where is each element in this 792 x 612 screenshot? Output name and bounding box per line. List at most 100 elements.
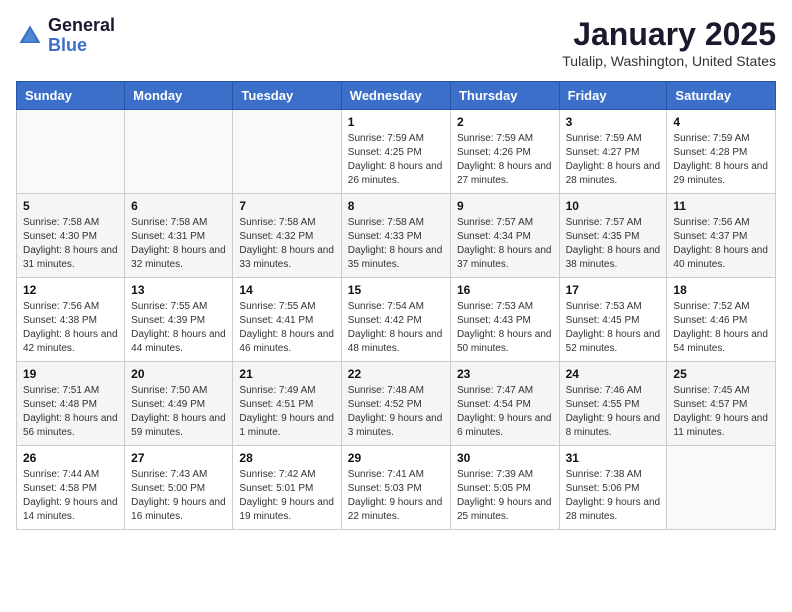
page-header: General Blue January 2025 Tulalip, Washi… <box>16 16 776 69</box>
month-title: January 2025 <box>562 16 776 53</box>
calendar-cell: 19 Sunrise: 7:51 AM Sunset: 4:48 PM Dayli… <box>17 362 125 446</box>
day-info: Sunrise: 7:57 AM Sunset: 4:34 PM Dayligh… <box>457 216 553 272</box>
calendar-cell: 24Sunrise: 7:46 AM Sunset: 4:55 PM Dayli… <box>559 362 667 446</box>
day-number: 26 <box>23 451 118 465</box>
title-block: January 2025 Tulalip, Washington, United… <box>562 16 776 69</box>
day-number: 6 <box>131 199 226 213</box>
calendar-cell: 17 Sunrise: 7:53 AM Sunset: 4:45 PM Dayli… <box>559 278 667 362</box>
day-info: Sunrise: 7:43 AM Sunset: 5:00 PM Dayligh… <box>131 468 226 524</box>
day-info: Sunrise: 7:56 AM Sunset: 4:38 PM Dayligh… <box>23 300 118 356</box>
day-info: Sunrise: 7:58 AM Sunset: 4:30 PM Dayligh… <box>23 216 118 272</box>
calendar-week-row: 5 Sunrise: 7:58 AM Sunset: 4:30 PM Daylig… <box>17 194 776 278</box>
day-number: 12 <box>23 283 118 297</box>
day-info: Sunrise: 7:55 AM Sunset: 4:41 PM Dayligh… <box>239 300 334 356</box>
day-number: 16 <box>457 283 553 297</box>
day-info: Sunrise: 7:45 AM Sunset: 4:57 PM Dayligh… <box>673 384 769 440</box>
day-info: Sunrise: 7:46 AM Sunset: 4:55 PM Dayligh… <box>566 384 661 440</box>
day-info: Sunrise: 7:59 AM Sunset: 4:25 PM Dayligh… <box>348 132 444 188</box>
calendar-cell: 29Sunrise: 7:41 AM Sunset: 5:03 PM Dayli… <box>341 446 450 530</box>
day-number: 2 <box>457 115 553 129</box>
calendar-cell: 9 Sunrise: 7:57 AM Sunset: 4:34 PM Daylig… <box>450 194 559 278</box>
calendar-cell: 5 Sunrise: 7:58 AM Sunset: 4:30 PM Daylig… <box>17 194 125 278</box>
calendar-cell: 1 Sunrise: 7:59 AM Sunset: 4:25 PM Daylig… <box>341 110 450 194</box>
day-number: 10 <box>566 199 661 213</box>
calendar-cell: 13 Sunrise: 7:55 AM Sunset: 4:39 PM Dayli… <box>125 278 233 362</box>
day-info: Sunrise: 7:59 AM Sunset: 4:26 PM Dayligh… <box>457 132 553 188</box>
day-number: 21 <box>239 367 334 381</box>
day-number: 11 <box>673 199 769 213</box>
day-info: Sunrise: 7:41 AM Sunset: 5:03 PM Dayligh… <box>348 468 444 524</box>
day-info: Sunrise: 7:42 AM Sunset: 5:01 PM Dayligh… <box>239 468 334 524</box>
day-number: 17 <box>566 283 661 297</box>
day-info: Sunrise: 7:58 AM Sunset: 4:33 PM Dayligh… <box>348 216 444 272</box>
day-number: 25 <box>673 367 769 381</box>
calendar-cell: 25 Sunrise: 7:45 AM Sunset: 4:57 PM Dayli… <box>667 362 776 446</box>
day-info: Sunrise: 7:55 AM Sunset: 4:39 PM Dayligh… <box>131 300 226 356</box>
day-number: 14 <box>239 283 334 297</box>
calendar-cell: 15Sunrise: 7:54 AM Sunset: 4:42 PM Dayli… <box>341 278 450 362</box>
day-info: Sunrise: 7:57 AM Sunset: 4:35 PM Dayligh… <box>566 216 661 272</box>
calendar-cell: 30 Sunrise: 7:39 AM Sunset: 5:05 PM Dayli… <box>450 446 559 530</box>
day-number: 1 <box>348 115 444 129</box>
calendar-week-row: 26 Sunrise: 7:44 AM Sunset: 4:58 PM Dayli… <box>17 446 776 530</box>
day-info: Sunrise: 7:39 AM Sunset: 5:05 PM Dayligh… <box>457 468 553 524</box>
day-info: Sunrise: 7:52 AM Sunset: 4:46 PM Dayligh… <box>673 300 769 356</box>
logo: General Blue <box>16 16 115 56</box>
day-info: Sunrise: 7:58 AM Sunset: 4:32 PM Dayligh… <box>239 216 334 272</box>
calendar-cell: 8Sunrise: 7:58 AM Sunset: 4:33 PM Daylig… <box>341 194 450 278</box>
logo-blue-text: Blue <box>48 36 115 56</box>
calendar-cell: 6Sunrise: 7:58 AM Sunset: 4:31 PM Daylig… <box>125 194 233 278</box>
weekday-header-sunday: Sunday <box>17 82 125 110</box>
calendar-cell: 4Sunrise: 7:59 AM Sunset: 4:28 PM Daylig… <box>667 110 776 194</box>
day-number: 9 <box>457 199 553 213</box>
day-number: 31 <box>566 451 661 465</box>
calendar-cell: 10 Sunrise: 7:57 AM Sunset: 4:35 PM Dayli… <box>559 194 667 278</box>
calendar-cell: 22 Sunrise: 7:48 AM Sunset: 4:52 PM Dayli… <box>341 362 450 446</box>
day-info: Sunrise: 7:44 AM Sunset: 4:58 PM Dayligh… <box>23 468 118 524</box>
day-number: 3 <box>566 115 661 129</box>
calendar-table: SundayMondayTuesdayWednesdayThursdayFrid… <box>16 81 776 530</box>
calendar-cell <box>17 110 125 194</box>
weekday-header-wednesday: Wednesday <box>341 82 450 110</box>
day-number: 22 <box>348 367 444 381</box>
calendar-cell: 16 Sunrise: 7:53 AM Sunset: 4:43 PM Dayli… <box>450 278 559 362</box>
weekday-header-monday: Monday <box>125 82 233 110</box>
day-info: Sunrise: 7:53 AM Sunset: 4:43 PM Dayligh… <box>457 300 553 356</box>
weekday-header-thursday: Thursday <box>450 82 559 110</box>
location-text: Tulalip, Washington, United States <box>562 53 776 69</box>
day-info: Sunrise: 7:54 AM Sunset: 4:42 PM Dayligh… <box>348 300 444 356</box>
calendar-cell: 3 Sunrise: 7:59 AM Sunset: 4:27 PM Daylig… <box>559 110 667 194</box>
day-number: 4 <box>673 115 769 129</box>
weekday-header-saturday: Saturday <box>667 82 776 110</box>
day-number: 30 <box>457 451 553 465</box>
day-number: 23 <box>457 367 553 381</box>
calendar-cell: 12 Sunrise: 7:56 AM Sunset: 4:38 PM Dayli… <box>17 278 125 362</box>
calendar-week-row: 12 Sunrise: 7:56 AM Sunset: 4:38 PM Dayli… <box>17 278 776 362</box>
weekday-header-friday: Friday <box>559 82 667 110</box>
calendar-cell: 7 Sunrise: 7:58 AM Sunset: 4:32 PM Daylig… <box>233 194 341 278</box>
calendar-cell: 27 Sunrise: 7:43 AM Sunset: 5:00 PM Dayli… <box>125 446 233 530</box>
day-number: 27 <box>131 451 226 465</box>
day-number: 19 <box>23 367 118 381</box>
day-number: 20 <box>131 367 226 381</box>
day-info: Sunrise: 7:50 AM Sunset: 4:49 PM Dayligh… <box>131 384 226 440</box>
calendar-cell: 2 Sunrise: 7:59 AM Sunset: 4:26 PM Daylig… <box>450 110 559 194</box>
day-info: Sunrise: 7:56 AM Sunset: 4:37 PM Dayligh… <box>673 216 769 272</box>
day-info: Sunrise: 7:49 AM Sunset: 4:51 PM Dayligh… <box>239 384 334 440</box>
day-info: Sunrise: 7:48 AM Sunset: 4:52 PM Dayligh… <box>348 384 444 440</box>
calendar-cell: 23 Sunrise: 7:47 AM Sunset: 4:54 PM Dayli… <box>450 362 559 446</box>
day-info: Sunrise: 7:51 AM Sunset: 4:48 PM Dayligh… <box>23 384 118 440</box>
calendar-cell: 18Sunrise: 7:52 AM Sunset: 4:46 PM Dayli… <box>667 278 776 362</box>
day-info: Sunrise: 7:59 AM Sunset: 4:27 PM Dayligh… <box>566 132 661 188</box>
weekday-header-row: SundayMondayTuesdayWednesdayThursdayFrid… <box>17 82 776 110</box>
day-number: 5 <box>23 199 118 213</box>
calendar-cell: 26 Sunrise: 7:44 AM Sunset: 4:58 PM Dayli… <box>17 446 125 530</box>
day-info: Sunrise: 7:53 AM Sunset: 4:45 PM Dayligh… <box>566 300 661 356</box>
calendar-cell <box>233 110 341 194</box>
logo-general-text: General <box>48 16 115 36</box>
day-number: 28 <box>239 451 334 465</box>
day-number: 7 <box>239 199 334 213</box>
day-info: Sunrise: 7:38 AM Sunset: 5:06 PM Dayligh… <box>566 468 661 524</box>
day-info: Sunrise: 7:47 AM Sunset: 4:54 PM Dayligh… <box>457 384 553 440</box>
day-number: 13 <box>131 283 226 297</box>
